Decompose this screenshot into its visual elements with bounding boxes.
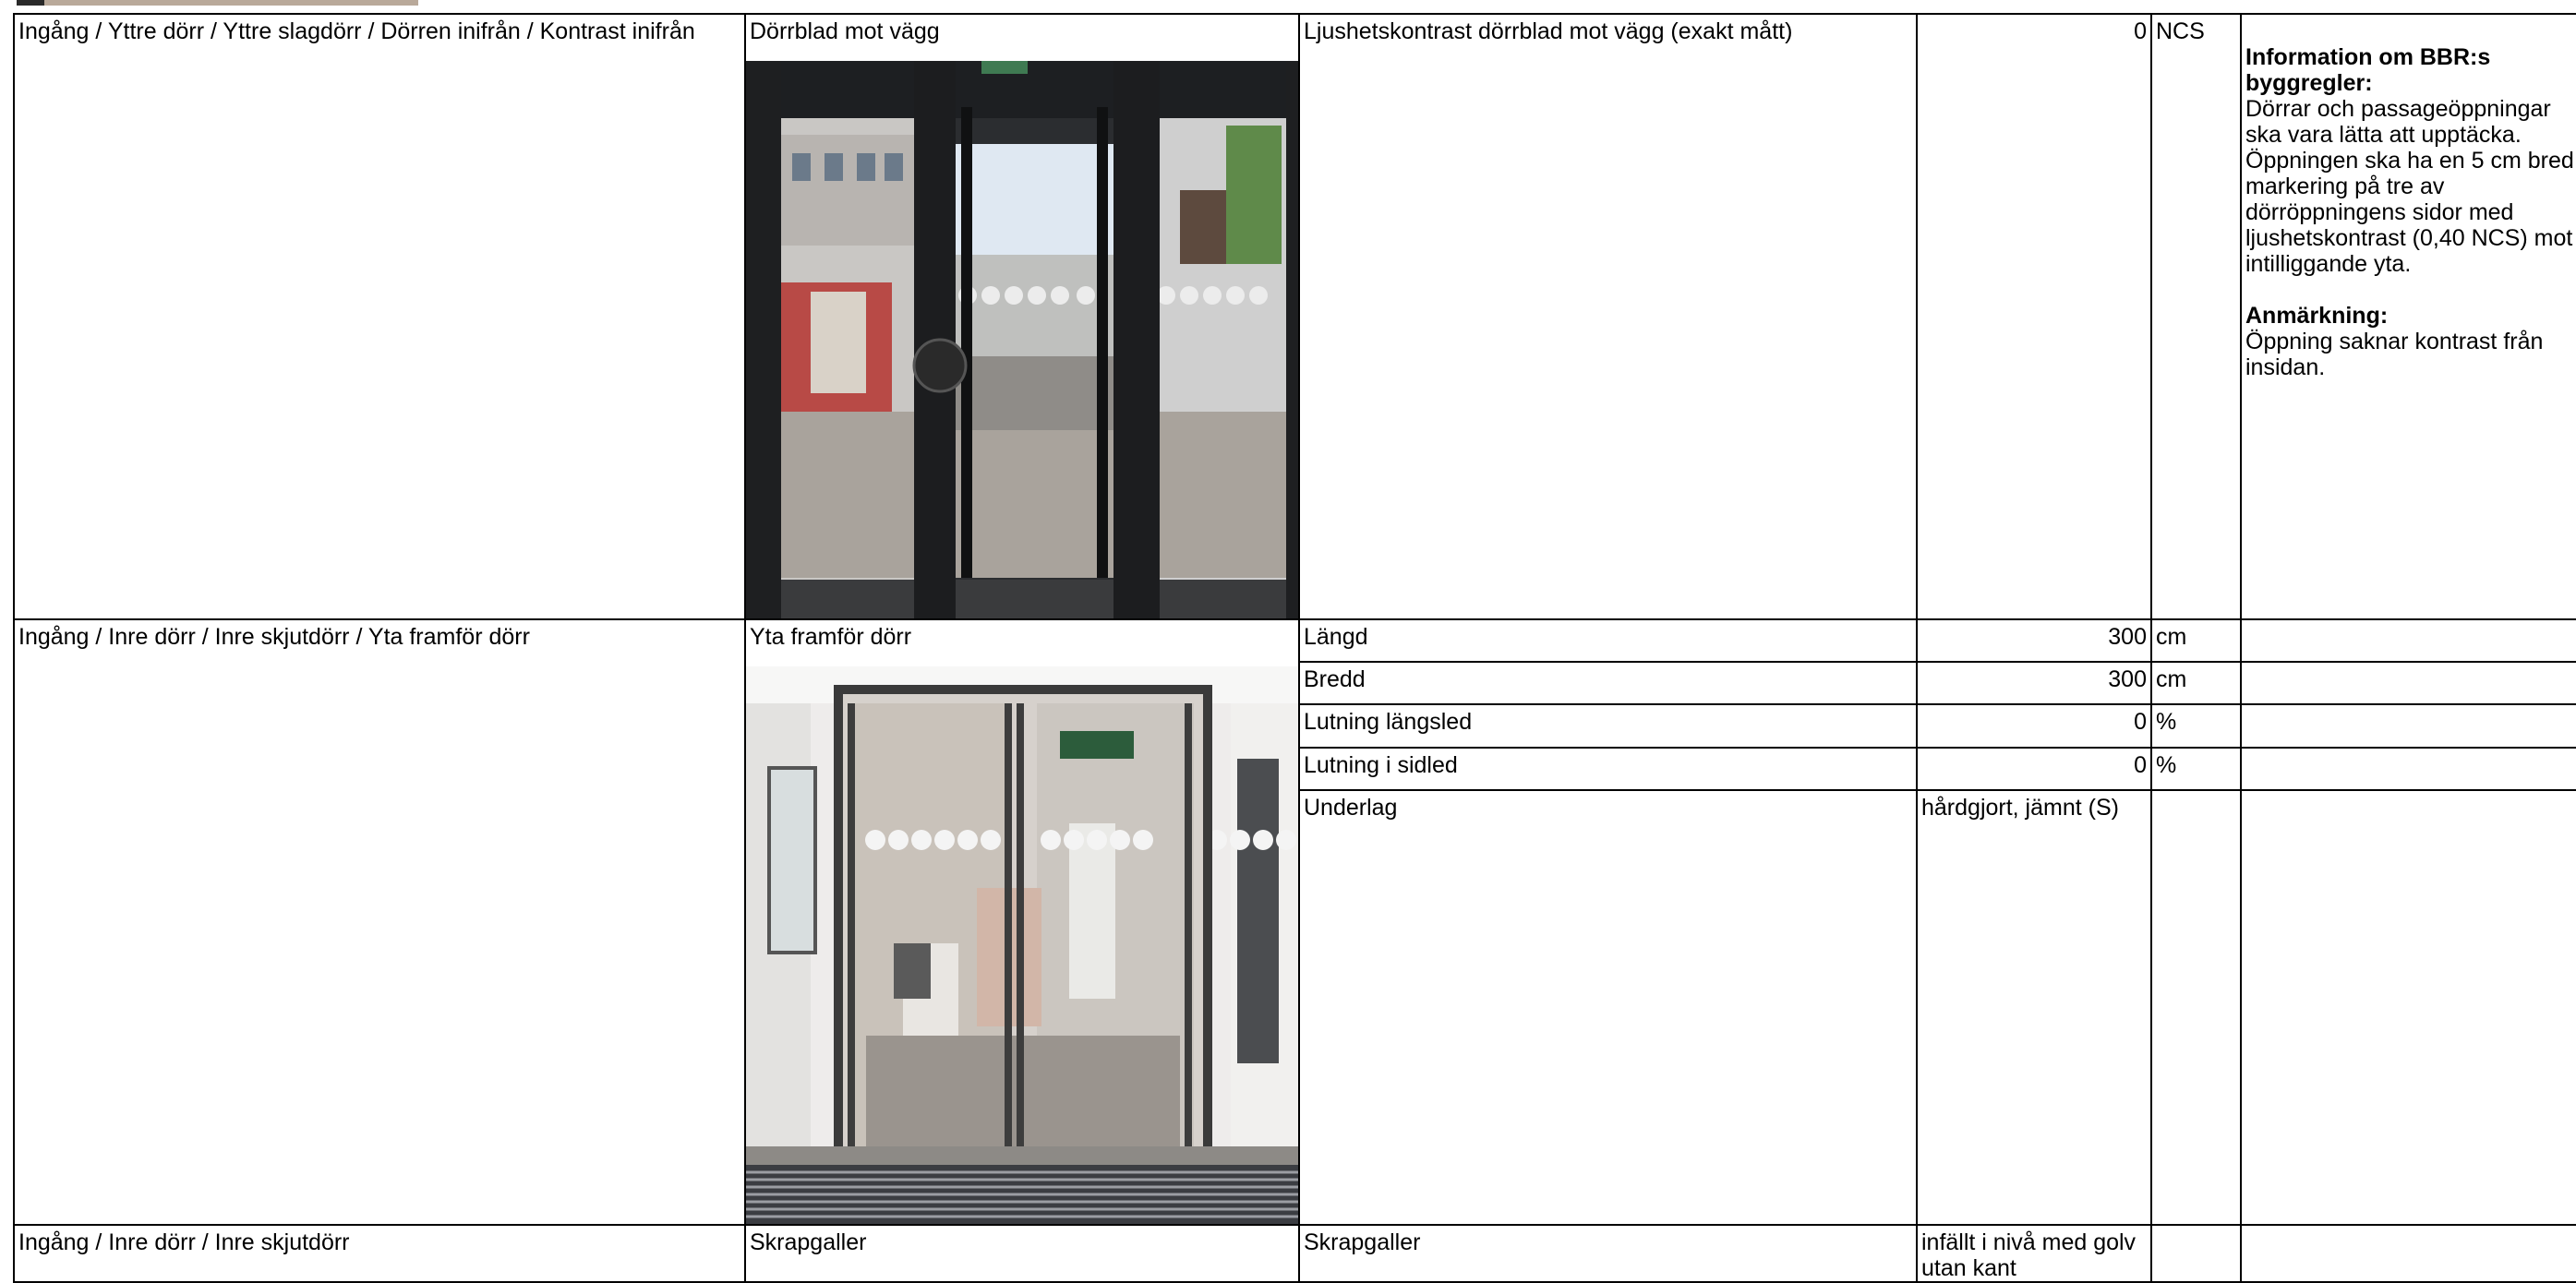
entrance-photo [747,666,1297,1223]
info-title: Information om BBR:s byggregler: [2245,44,2491,96]
measure-unit-cell: % [2150,703,2242,749]
photo-cell: Dörrblad mot vägg [744,13,1300,620]
door-photo-image [747,61,1297,618]
measure-unit-cell: cm [2150,661,2242,706]
measure-value-cell: infällt i nivå med golv utan kant [1916,1224,2152,1283]
top-image-strip [17,0,418,6]
inventory-table: Ingång / Yttre dörr / Yttre slagdörr / D… [13,13,2576,1283]
info-cell [2240,788,2576,1227]
info-cell [2240,1224,2576,1283]
door-photo [747,61,1297,618]
table-row: Ingång / Inre dörr / Inre skjutdörr / Yt… [13,618,2576,1226]
photo-label: Skrapgaller [744,1224,1300,1283]
measure-unit-cell: cm [2150,618,2242,664]
info-cell: Information om BBR:s byggregler: Dörrar … [2240,13,2576,620]
info-cell [2240,703,2576,749]
measure-value-cell: 0 [1916,13,2152,620]
photo-label: Dörrblad mot vägg [750,18,940,44]
measure-value-cell: hårdgjort, jämnt (S) [1916,788,2152,1227]
note-title: Anmärkning: [2245,303,2389,329]
measure-unit-cell [2150,788,2242,1227]
note-text: Öppning saknar kontrast från insidan. [2245,329,2544,380]
measure-label-cell: Skrapgaller [1298,1224,1918,1283]
measure-unit-cell: % [2150,746,2242,791]
table-row: Ingång / Yttre dörr / Yttre slagdörr / D… [13,13,2576,620]
table-row: Ingång / Inre dörr / Inre skjutdörr Skra… [13,1224,2576,1283]
measure-label-cell: Underlag [1298,788,1918,1227]
entrance-photo-image [747,666,1297,1223]
measure-value-cell: 300 [1916,618,2152,664]
info-cell [2240,661,2576,706]
measure-label-cell: Längd [1298,618,1918,664]
path-cell: Ingång / Yttre dörr / Yttre slagdörr / D… [13,13,746,620]
measure-label-cell: Ljushetskontrast dörrblad mot vägg (exak… [1298,13,1918,620]
measure-label-cell: Bredd [1298,661,1918,706]
measure-value-cell: 0 [1916,746,2152,791]
measure-label-cell: Lutning i sidled [1298,746,1918,791]
measure-value-cell: 300 [1916,661,2152,706]
measure-value-cell: 0 [1916,703,2152,749]
path-cell: Ingång / Inre dörr / Inre skjutdörr [13,1224,746,1283]
measure-label-cell: Lutning längsled [1298,703,1918,749]
path-cell: Ingång / Inre dörr / Inre skjutdörr / Yt… [13,618,746,1226]
info-cell [2240,746,2576,791]
photo-label: Yta framför dörr [750,624,912,650]
measure-unit-cell: NCS [2150,13,2242,620]
info-text: Dörrar och passageöppningar ska vara lät… [2245,96,2574,277]
photo-cell: Yta framför dörr [744,618,1300,1226]
info-cell [2240,618,2576,664]
measure-unit-cell [2150,1224,2242,1283]
